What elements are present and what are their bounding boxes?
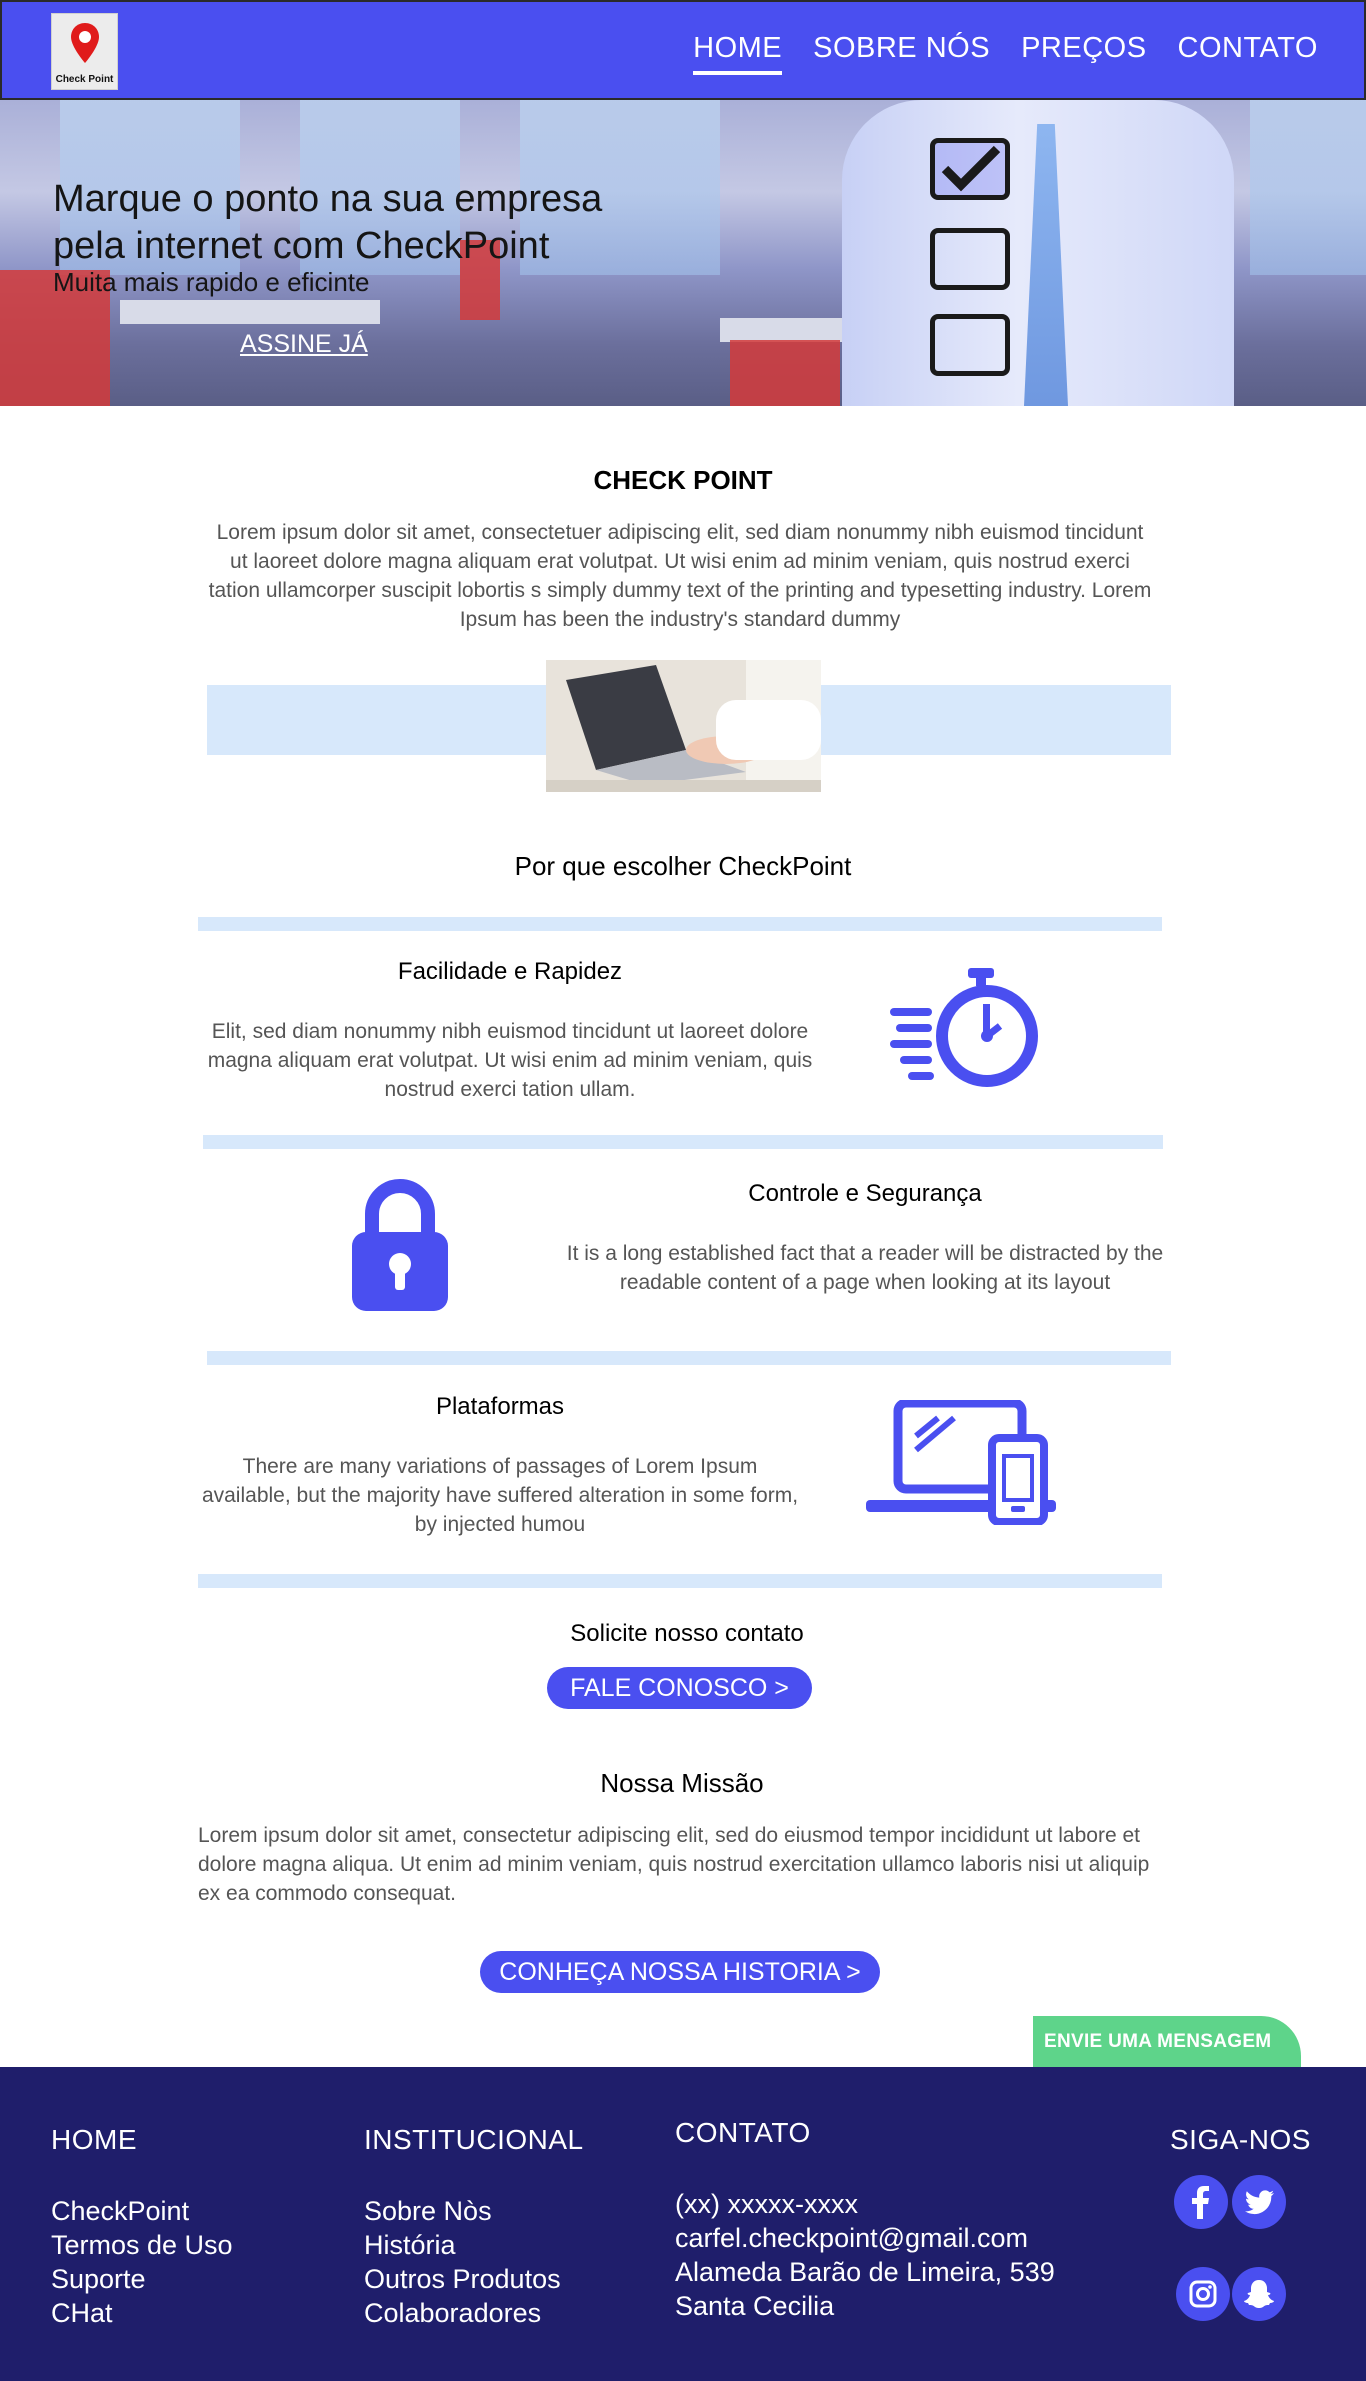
empty-box-icon [930,314,1010,376]
footer-link[interactable]: Termos de Uso [51,2228,233,2262]
laptop-photo [546,660,821,792]
divider [198,917,1162,931]
hero-title: Marque o ponto na sua empresa pela inter… [53,176,602,270]
nav-precos[interactable]: PREÇOS [1021,32,1146,75]
nav-contato[interactable]: CONTATO [1178,32,1318,75]
footer: HOME CheckPoint Termos de Uso Suporte CH… [0,2067,1366,2381]
footer-address: Alameda Barão de Limeira, 539 [675,2257,1055,2287]
footer-link[interactable]: História [364,2228,584,2262]
logo-text: Check Point [55,74,114,85]
about-text: Lorem ipsum dolor sit amet, consectetuer… [208,521,1152,631]
hero-desk [120,300,380,324]
signup-link[interactable]: ASSINE JÁ [240,330,368,359]
footer-col-home: HOME CheckPoint Termos de Uso Suporte CH… [51,2124,233,2330]
mission-title: Nossa Missão [600,1768,764,1798]
footer-heading: HOME [51,2124,137,2155]
stopwatch-icon [890,968,1038,1087]
footer-link[interactable]: Outros Produtos [364,2262,584,2296]
footer-heading: INSTITUCIONAL [364,2124,584,2155]
nav-home[interactable]: HOME [693,32,783,75]
facebook-icon[interactable] [1174,2175,1228,2229]
footer-neighborhood: Santa Cecilia [675,2291,835,2321]
divider [203,1135,1163,1149]
feature-text: There are many variations of passages of… [201,1455,799,1536]
contact-cta-title: Solicite nosso contato [570,1620,804,1647]
footer-link[interactable]: Colaboradores [364,2296,584,2330]
footer-col-social: SIGA-NOS [1170,2124,1311,2156]
footer-heading: SIGA-NOS [1170,2124,1311,2155]
footer-link[interactable]: Sobre Nòs [364,2194,584,2228]
footer-col-contato: CONTATO (xx) xxxxx-xxxx carfel.checkpoin… [675,2117,1055,2323]
send-message-tab[interactable]: ENVIE UMA MENSAGEM [1033,2016,1301,2068]
why-title: Por que escolher CheckPoint [514,851,852,881]
footer-link[interactable]: Suporte [51,2262,233,2296]
divider [198,1574,1162,1588]
feature-title: Facilidade e Rapidez [397,958,623,985]
nav-sobre-nos[interactable]: SOBRE NÓS [813,32,990,75]
devices-icon [866,1400,1056,1525]
history-button[interactable]: CONHEÇA NOSSA HISTORIA > [480,1951,880,1993]
footer-col-institucional: INSTITUCIONAL Sobre Nòs História Outros … [364,2124,584,2330]
feature-text: It is a long established fact that a rea… [566,1242,1164,1294]
footer-link[interactable]: CheckPoint [51,2194,233,2228]
instagram-icon[interactable] [1176,2267,1230,2321]
page: Check Point HOME SOBRE NÓS PREÇOS CONTAT… [0,0,1366,2381]
about-title: CHECK POINT [593,465,773,495]
twitter-icon[interactable] [1232,2175,1286,2229]
snapchat-icon[interactable] [1232,2267,1286,2321]
hero-red-chair [730,340,840,406]
hero-title-line: pela internet com CheckPoint [53,225,550,267]
feature-text: Elit, sed diam nonummy nibh euismod tinc… [207,1020,813,1101]
top-navbar: Check Point HOME SOBRE NÓS PREÇOS CONTAT… [0,0,1366,100]
feature-title: Controle e Segurança [748,1180,982,1207]
map-pin-icon [71,23,99,63]
empty-box-icon [930,228,1010,290]
logo[interactable]: Check Point [51,13,118,90]
footer-email[interactable]: carfel.checkpoint@gmail.com [675,2221,1055,2255]
footer-heading: CONTATO [675,2117,811,2148]
contact-us-button[interactable]: FALE CONOSCO > [547,1667,812,1709]
padlock-icon [352,1179,448,1311]
hero-title-line: Marque o ponto na sua empresa [53,178,603,220]
hero-subtitle: Muita mais rapido e eficinte [53,267,370,297]
checked-box-icon [930,138,1010,200]
hero-banner: Marque o ponto na sua empresa pela inter… [0,100,1366,406]
mission-text: Lorem ipsum dolor sit amet, consectetur … [198,1824,1150,1905]
main-nav: HOME SOBRE NÓS PREÇOS CONTATO [693,32,1318,75]
divider [207,1351,1171,1365]
hero-window [1250,100,1366,275]
footer-phone: (xx) xxxxx-xxxx [675,2189,858,2219]
footer-link[interactable]: CHat [51,2296,233,2330]
feature-title: Plataformas [435,1393,565,1420]
